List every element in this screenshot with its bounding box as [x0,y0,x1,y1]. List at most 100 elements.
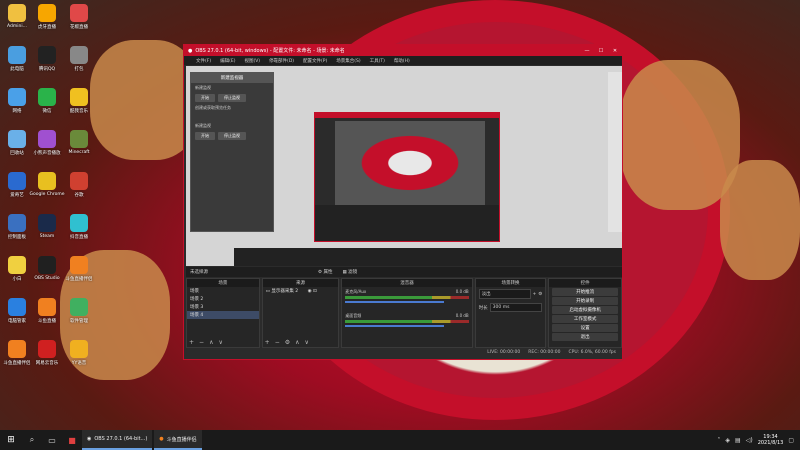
app-icon [38,88,56,106]
desktop-icon[interactable]: 控制面板 [0,214,34,252]
cast-stop-button-2[interactable]: 停止监视 [218,132,246,140]
notification-icon[interactable]: ▢ [788,437,794,444]
desktop-icon[interactable]: 斗鱼直播伴侣 [62,256,96,294]
studio-mode-button[interactable]: 工作室模式 [552,315,618,323]
gear-icon[interactable]: ⚙ [538,292,542,297]
douyu-icon: ● [159,436,164,442]
desktop-icon[interactable]: 微信 [30,88,64,126]
obs-window[interactable]: ● OBS 27.0.1 (64-bit, windows) - 配置文件: 未… [183,44,623,360]
menu-view[interactable]: 视图(V) [244,58,260,64]
remove-icon[interactable]: − [199,339,204,346]
desktop-icon[interactable]: YY语音 [62,340,96,378]
desktop-icon[interactable]: 电脑管家 [0,298,34,336]
add-icon[interactable]: + [189,339,194,346]
obs-preview[interactable]: 新建监视器 新建监视 开始 停止监视 创建或获取预览任务 新建监视 开始 停止监… [186,66,622,266]
volume-icon[interactable]: ◁) [746,437,753,444]
windows-start-icon[interactable]: ⊞ [0,430,22,450]
desktop-icon[interactable]: Admini... [0,4,34,42]
down-icon[interactable]: ∨ [305,339,309,346]
shield-icon[interactable]: ◈ [725,437,730,444]
menu-tools[interactable]: 工具(T) [370,58,385,64]
app-icon [8,4,26,22]
desktop-icon[interactable]: 小熊声音播放 [30,130,64,168]
filters-button[interactable]: ▦ 滤镜 [342,269,357,275]
settings-button[interactable]: 设置 [552,324,618,332]
eye-icon[interactable]: ◉ [308,289,312,294]
menu-scene-collection[interactable]: 场景集合(S) [336,58,360,64]
transition-select[interactable]: 淡出 [478,289,531,299]
menu-profile[interactable]: 配置文件(P) [303,58,327,64]
app-icon [70,298,88,316]
menu-help[interactable]: 帮助(H) [394,58,410,64]
desktop-icon-label: 网易云音乐 [35,361,59,366]
desktop-icon[interactable]: 打包 [62,46,96,84]
desktop-icon[interactable]: 网易云音乐 [30,340,64,378]
network-icon[interactable]: ▤ [735,437,741,444]
volume-meter [345,320,469,323]
volume-slider[interactable] [345,325,444,327]
chevron-up-icon[interactable]: ˄ [717,437,720,444]
start-streaming-button[interactable]: 开始推流 [552,288,618,296]
menu-file[interactable]: 文件(F) [196,58,211,64]
obs-titlebar[interactable]: ● OBS 27.0.1 (64-bit, windows) - 配置文件: 未… [184,45,622,56]
nested-preview-image [335,121,485,205]
desktop-icon[interactable]: 谷歌 [62,172,96,210]
clock[interactable]: 19:34 2021/8/13 [758,434,784,446]
scene-item[interactable]: 场景 3 [187,303,259,311]
no-source-label: 未选择源 [190,270,208,275]
down-icon[interactable]: ∨ [218,339,222,346]
scene-item[interactable]: 场景 [187,287,259,295]
desktop-icon[interactable]: 酷我音乐 [62,88,96,126]
desktop-icon[interactable]: 网络 [0,88,34,126]
desktop-icon[interactable]: Steam [30,214,64,252]
maximize-button[interactable]: ☐ [594,48,608,54]
desktop-icon-label: OBS Studio [34,276,60,281]
cast-stop-button[interactable]: 停止监视 [218,94,246,102]
properties-button[interactable]: ⚙ 属性 [318,269,332,275]
desktop-icon[interactable]: 腾讯QQ [30,46,64,84]
up-icon[interactable]: ∧ [209,339,213,346]
plus-icon[interactable]: + [533,292,537,297]
exit-button[interactable]: 退出 [552,333,618,341]
desktop-icon[interactable]: 回收站 [0,130,34,168]
gear-icon[interactable]: ⚙ [285,339,290,346]
volume-slider[interactable] [345,301,444,303]
virtual-camera-button[interactable]: 启动虚拟摄像机 [552,306,618,314]
desktop-icons: Admini... 虎牙直播 花椒直播 此电脑 腾讯QQ 打包 网络 微信 酷我音乐 回收站 小熊声… [0,0,100,430]
menu-edit[interactable]: 编辑(E) [220,58,235,64]
mixer-header: 混音器 [342,279,472,287]
desktop-icon[interactable]: 抖音直播 [62,214,96,252]
desktop-icon[interactable]: 软件管理 [62,298,96,336]
search-icon[interactable]: ⌕ [22,430,42,450]
duration-input[interactable]: 300 ms [489,303,543,312]
desktop-icon[interactable]: Minecraft [62,130,96,168]
scene-item-selected[interactable]: 场景 4 [187,311,259,319]
cast-start-button[interactable]: 开始 [195,94,215,102]
up-icon[interactable]: ∧ [295,339,299,346]
desktop-icon[interactable]: 花椒直播 [62,4,96,42]
minimize-button[interactable]: — [580,48,594,54]
remove-icon[interactable]: − [275,339,280,346]
app-icon [70,4,88,22]
taskbar-app-obs[interactable]: ◉ OBS 27.0.1 (64-bit...) [82,430,153,450]
menu-docks[interactable]: 停靠部件(D) [269,58,294,64]
desktop-icon[interactable]: 斗鱼直播 [30,298,64,336]
desktop-icon[interactable]: 虎牙直播 [30,4,64,42]
desktop-icon[interactable]: 小白 [0,256,34,294]
desktop-icon[interactable]: 爱奇艺 [0,172,34,210]
lock-icon[interactable]: ⊡ [313,289,317,294]
cast-start-button-2[interactable]: 开始 [195,132,215,140]
add-icon[interactable]: + [265,339,270,346]
douyu-taskbar-icon[interactable]: ■ [62,430,82,450]
task-view-icon[interactable]: ▭ [42,430,62,450]
desktop-icon[interactable]: 此电脑 [0,46,34,84]
taskbar-app-douyu[interactable]: ● 斗鱼直播伴侣 [154,430,202,450]
desktop-icon[interactable]: Google Chrome [30,172,64,210]
source-item[interactable]: ▭ 显示器采集 2 ◉ ⊡ [263,287,339,295]
start-recording-button[interactable]: 开始录制 [552,297,618,305]
scene-item[interactable]: 场景 2 [187,295,259,303]
desktop-icon[interactable]: OBS Studio [30,256,64,294]
desktop-icon[interactable]: 斗鱼直播伴侣 [0,340,34,378]
close-button[interactable]: ✕ [608,48,622,54]
obs-title: OBS 27.0.1 (64-bit, windows) - 配置文件: 未命名… [195,48,345,54]
